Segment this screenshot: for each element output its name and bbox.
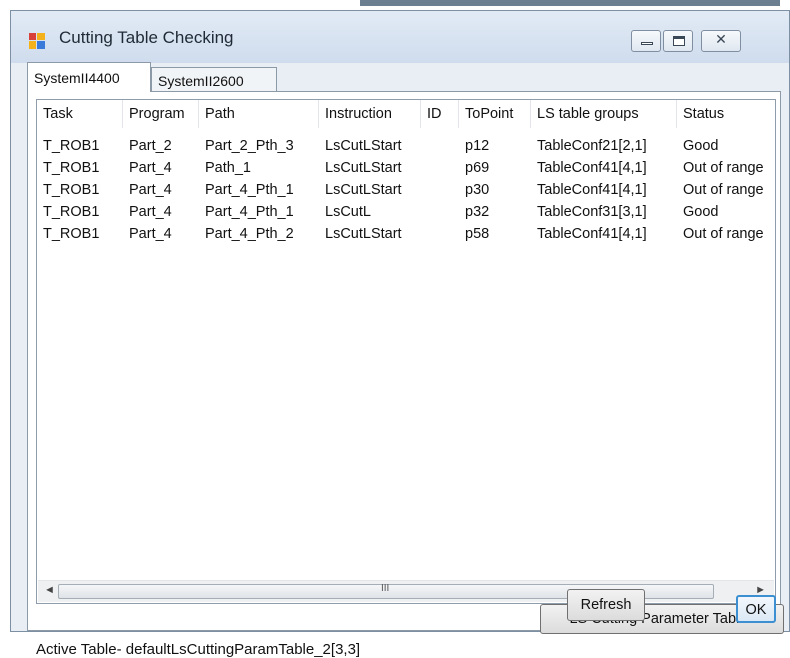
cell-ls-table-groups: TableConf21[2,1] — [537, 138, 647, 154]
cell-ls-table-groups: TableConf41[4,1] — [537, 160, 647, 176]
tab-panel: Task Program Path Instruction ID ToPoint… — [27, 91, 784, 658]
tab-systemii2600[interactable]: SystemII2600 — [151, 67, 277, 91]
close-button[interactable]: ✕ — [701, 30, 741, 52]
list-header: Task Program Path Instruction ID ToPoint… — [37, 100, 775, 128]
window-title: Cutting Table Checking — [59, 28, 234, 47]
cell-topoint: p12 — [465, 138, 490, 154]
background-strip — [0, 0, 790, 10]
cell-id — [421, 135, 427, 157]
cell-status: Good — [683, 138, 719, 154]
maximize-icon — [673, 36, 685, 46]
cell-topoint: p32 — [465, 204, 490, 220]
cutting-table-list[interactable]: Task Program Path Instruction ID ToPoint… — [36, 99, 776, 604]
cell-id — [421, 201, 427, 223]
cell-instruction: LsCutLStart — [325, 138, 402, 154]
tab-systemii4400[interactable]: SystemII4400 — [27, 62, 151, 92]
table-row[interactable]: T_ROB1 Part_4 Part_4_Pth_1 LsCutLStart p… — [37, 179, 775, 201]
minimize-button[interactable] — [631, 30, 661, 52]
cell-status: Out of range — [683, 182, 764, 198]
cell-status: Out of range — [683, 160, 764, 176]
title-bar[interactable]: Cutting Table Checking ✕ — [11, 11, 789, 63]
column-header-topoint[interactable]: ToPoint — [459, 100, 531, 128]
cell-task: T_ROB1 — [43, 182, 100, 198]
cell-task: T_ROB1 — [43, 204, 100, 220]
column-header-path[interactable]: Path — [199, 100, 319, 128]
cell-id — [421, 223, 427, 245]
cell-instruction: LsCutL — [325, 204, 371, 220]
cell-id — [421, 157, 427, 179]
app-icon — [29, 33, 45, 49]
cell-ls-table-groups: TableConf41[4,1] — [537, 226, 647, 242]
cell-topoint: p58 — [465, 226, 490, 242]
column-header-id[interactable]: ID — [421, 100, 459, 128]
table-row[interactable]: T_ROB1 Part_4 Path_1 LsCutLStart p69 Tab… — [37, 157, 775, 179]
table-row[interactable]: T_ROB1 Part_2 Part_2_Pth_3 LsCutLStart p… — [37, 135, 775, 157]
cell-instruction: LsCutLStart — [325, 160, 402, 176]
table-row[interactable]: T_ROB1 Part_4 Part_4_Pth_1 LsCutL p32 Ta… — [37, 201, 775, 223]
scroll-grip-icon: III — [381, 583, 390, 594]
background-window-edge — [360, 0, 780, 6]
table-row[interactable]: T_ROB1 Part_4 Part_4_Pth_2 LsCutLStart p… — [37, 223, 775, 245]
cell-task: T_ROB1 — [43, 138, 100, 154]
minimize-icon — [641, 42, 653, 45]
cell-path: Path_1 — [205, 160, 251, 176]
maximize-button[interactable] — [663, 30, 693, 52]
ok-button[interactable]: OK — [736, 595, 776, 623]
cell-path: Part_2_Pth_3 — [205, 138, 294, 154]
cell-status: Out of range — [683, 226, 764, 242]
cell-ls-table-groups: TableConf31[3,1] — [537, 204, 647, 220]
close-icon: ✕ — [715, 32, 727, 48]
column-header-instruction[interactable]: Instruction — [319, 100, 421, 128]
cell-task: T_ROB1 — [43, 226, 100, 242]
cell-program: Part_4 — [129, 160, 172, 176]
cell-program: Part_4 — [129, 226, 172, 242]
cell-ls-table-groups: TableConf41[4,1] — [537, 182, 647, 198]
cell-instruction: LsCutLStart — [325, 226, 402, 242]
cell-path: Part_4_Pth_1 — [205, 204, 294, 220]
refresh-button[interactable]: Refresh — [567, 589, 645, 621]
cell-program: Part_4 — [129, 182, 172, 198]
scroll-left-icon[interactable]: ◄ — [44, 584, 55, 596]
cell-path: Part_4_Pth_1 — [205, 182, 294, 198]
cell-id — [421, 179, 427, 201]
cell-instruction: LsCutLStart — [325, 182, 402, 198]
cell-status: Good — [683, 204, 719, 220]
cell-task: T_ROB1 — [43, 160, 100, 176]
cell-path: Part_4_Pth_2 — [205, 226, 294, 242]
cell-topoint: p30 — [465, 182, 490, 198]
horizontal-scrollbar[interactable]: ◄ III ► — [38, 580, 774, 602]
cell-program: Part_4 — [129, 204, 172, 220]
cell-program: Part_2 — [129, 138, 172, 154]
column-header-ls-table-groups[interactable]: LS table groups — [531, 100, 677, 128]
column-header-program[interactable]: Program — [123, 100, 199, 128]
cell-topoint: p69 — [465, 160, 490, 176]
column-header-task[interactable]: Task — [37, 100, 123, 128]
cutting-table-dialog: Cutting Table Checking ✕ SystemII4400 Sy… — [10, 10, 790, 658]
column-header-status[interactable]: Status — [677, 100, 775, 128]
active-table-label: Active Table- defaultLsCuttingParamTable… — [36, 641, 361, 658]
